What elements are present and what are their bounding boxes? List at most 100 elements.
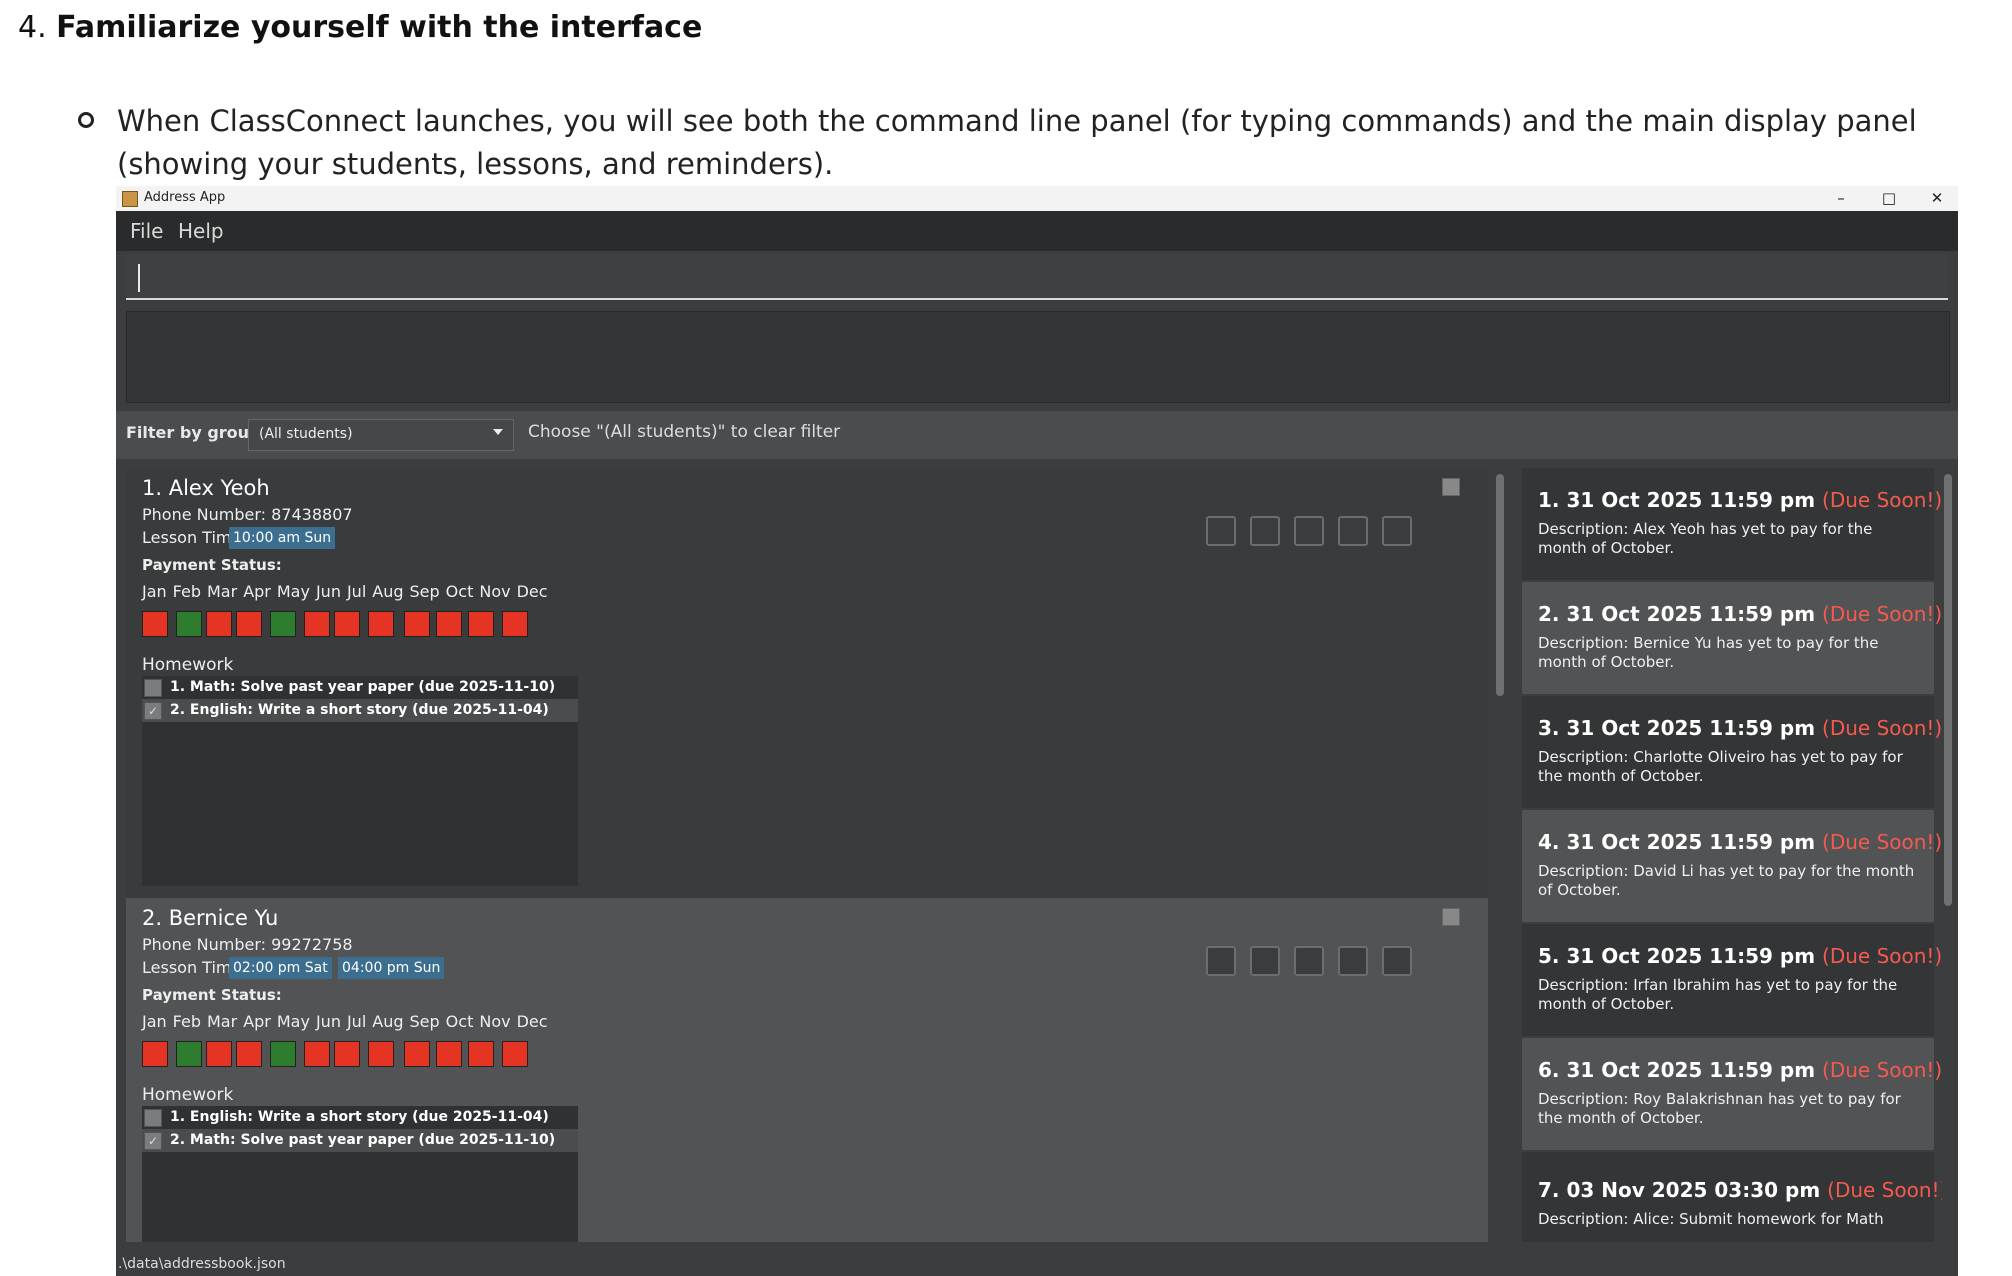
app-window: Address App – □ ✕ File Help Filter by gr… [116, 186, 1958, 1276]
payment-box-jan [142, 611, 168, 637]
month-label: Sep [409, 582, 440, 601]
step-number: 4. [18, 10, 47, 45]
payment-box-apr [236, 1041, 262, 1067]
month-label: Feb [172, 1012, 201, 1031]
reminder-title: 5. 31 Oct 2025 11:59 pm (Due Soon!) [1538, 944, 1942, 968]
month-label: Nov [479, 1012, 511, 1031]
month-label: Jan [142, 1012, 167, 1031]
month-labels: Jan Feb Mar Apr May Jun Jul Aug Sep Oct Nov Dec [142, 1012, 554, 1031]
title-bar[interactable]: Address App – □ ✕ [116, 186, 1958, 211]
reminder-title: 1. 31 Oct 2025 11:59 pm (Due Soon!) [1538, 488, 1942, 512]
payment-box-feb [176, 611, 202, 637]
month-label: Jul [346, 582, 367, 601]
result-display [126, 311, 1950, 403]
step-description: When ClassConnect launches, you will see… [117, 104, 1917, 181]
payment-box-may [270, 1041, 296, 1067]
homework-text: 1. English: Write a short story (due 202… [170, 1109, 549, 1125]
app-icon [122, 191, 138, 207]
group-checkbox[interactable] [1382, 516, 1412, 546]
minimize-button[interactable]: – [1816, 186, 1866, 211]
group-checkbox[interactable] [1338, 946, 1368, 976]
payment-box-mar [206, 1041, 232, 1067]
homework-item[interactable]: ✓ 2. English: Write a short story (due 2… [142, 699, 578, 722]
reminder-list[interactable]: 1. 31 Oct 2025 11:59 pm (Due Soon!) Desc… [1522, 468, 1942, 1242]
month-label: Apr [243, 1012, 271, 1031]
due-soon-tag: (Due Soon!) [1822, 716, 1942, 740]
reminder-datetime: 1. 31 Oct 2025 11:59 pm [1538, 488, 1816, 512]
payment-box-nov [468, 611, 494, 637]
homework-checkbox[interactable] [144, 679, 162, 697]
data-file-path: .\data\addressbook.json [118, 1256, 286, 1272]
command-input[interactable] [126, 254, 1948, 300]
select-checkbox[interactable] [1442, 478, 1460, 496]
month-label: Dec [516, 1012, 548, 1031]
payment-box-nov [468, 1041, 494, 1067]
select-checkbox[interactable] [1442, 908, 1460, 926]
menu-help[interactable]: Help [178, 219, 224, 243]
reminder-list-scrollbar[interactable] [1944, 474, 1952, 906]
payment-box-oct [436, 611, 462, 637]
homework-list[interactable]: 1. English: Write a short story (due 202… [142, 1106, 578, 1242]
homework-list[interactable]: 1. Math: Solve past year paper (due 2025… [142, 676, 578, 886]
homework-checkbox-checked[interactable]: ✓ [144, 1132, 162, 1150]
month-label: Jul [346, 1012, 367, 1031]
payment-box-jul [334, 611, 360, 637]
payment-box-dec [502, 611, 528, 637]
reminder-item[interactable]: 5. 31 Oct 2025 11:59 pm (Due Soon!) Desc… [1522, 924, 1942, 1036]
group-filter-dropdown[interactable]: (All students) [248, 419, 514, 451]
reminder-item[interactable]: 3. 31 Oct 2025 11:59 pm (Due Soon!) Desc… [1522, 696, 1942, 808]
group-checkbox[interactable] [1250, 516, 1280, 546]
reminder-datetime: 5. 31 Oct 2025 11:59 pm [1538, 944, 1816, 968]
payment-box-mar [206, 611, 232, 637]
month-label: Feb [172, 582, 201, 601]
payment-box-dec [502, 1041, 528, 1067]
student-card[interactable]: 2. Bernice Yu Phone Number: 99272758 Les… [126, 898, 1488, 1242]
due-soon-tag: (Due Soon!) [1827, 1178, 1942, 1202]
homework-item[interactable]: ✓ 2. Math: Solve past year paper (due 20… [142, 1129, 578, 1152]
student-card[interactable]: 1. Alex Yeoh Phone Number: 87438807 Less… [126, 468, 1488, 898]
reminder-item[interactable]: 1. 31 Oct 2025 11:59 pm (Due Soon!) Desc… [1522, 468, 1942, 580]
group-checkbox[interactable] [1206, 946, 1236, 976]
reminder-item[interactable]: 7. 03 Nov 2025 03:30 pm (Due Soon!) Desc… [1522, 1152, 1942, 1242]
month-label: Dec [516, 582, 548, 601]
group-checkbox[interactable] [1294, 946, 1324, 976]
reminder-title: 6. 31 Oct 2025 11:59 pm (Due Soon!) [1538, 1058, 1942, 1082]
reminder-datetime: 3. 31 Oct 2025 11:59 pm [1538, 716, 1816, 740]
reminder-item[interactable]: 4. 31 Oct 2025 11:59 pm (Due Soon!) Desc… [1522, 810, 1942, 922]
payment-box-jun [304, 1041, 330, 1067]
student-list[interactable]: 1. Alex Yeoh Phone Number: 87438807 Less… [126, 468, 1488, 1242]
due-soon-tag: (Due Soon!) [1822, 1058, 1942, 1082]
reminder-description: Description: Roy Balakrishnan has yet to… [1538, 1090, 1901, 1127]
step-heading: 4. Familiarize yourself with the interfa… [18, 10, 702, 45]
filter-bar: Filter by group: (All students) Choose "… [116, 411, 1958, 459]
homework-text: 2. English: Write a short story (due 202… [170, 702, 549, 718]
reminder-item[interactable]: 2. 31 Oct 2025 11:59 pm (Due Soon!) Desc… [1522, 582, 1942, 694]
payment-box-oct [436, 1041, 462, 1067]
menu-file[interactable]: File [130, 219, 163, 243]
homework-item[interactable]: 1. English: Write a short story (due 202… [142, 1106, 578, 1129]
group-checkbox[interactable] [1382, 946, 1412, 976]
reminder-item[interactable]: 6. 31 Oct 2025 11:59 pm (Due Soon!) Desc… [1522, 1038, 1942, 1150]
status-bar: .\data\addressbook.json [116, 1252, 1958, 1276]
close-button[interactable]: ✕ [1912, 186, 1958, 211]
homework-text: 1. Math: Solve past year paper (due 2025… [170, 679, 556, 695]
month-label: Oct [445, 582, 474, 601]
group-checkbox[interactable] [1338, 516, 1368, 546]
group-checkbox[interactable] [1206, 516, 1236, 546]
homework-checkbox[interactable] [144, 1109, 162, 1127]
payment-box-feb [176, 1041, 202, 1067]
group-checkbox[interactable] [1250, 946, 1280, 976]
homework-item[interactable]: 1. Math: Solve past year paper (due 2025… [142, 676, 578, 699]
reminder-description: Description: Alex Yeoh has yet to pay fo… [1538, 520, 1873, 557]
maximize-button[interactable]: □ [1864, 186, 1914, 211]
student-name: 2. Bernice Yu [142, 906, 279, 930]
student-list-scrollbar[interactable] [1496, 474, 1504, 696]
reminder-description: Description: Charlotte Oliveiro has yet … [1538, 748, 1903, 785]
reminder-title: 7. 03 Nov 2025 03:30 pm (Due Soon!) [1538, 1178, 1942, 1202]
month-label: Jan [142, 582, 167, 601]
group-checkbox[interactable] [1294, 516, 1324, 546]
month-label: May [276, 582, 310, 601]
homework-checkbox-checked[interactable]: ✓ [144, 702, 162, 720]
month-label: Sep [409, 1012, 440, 1031]
lesson-time-chip: 02:00 pm Sat [229, 957, 332, 979]
